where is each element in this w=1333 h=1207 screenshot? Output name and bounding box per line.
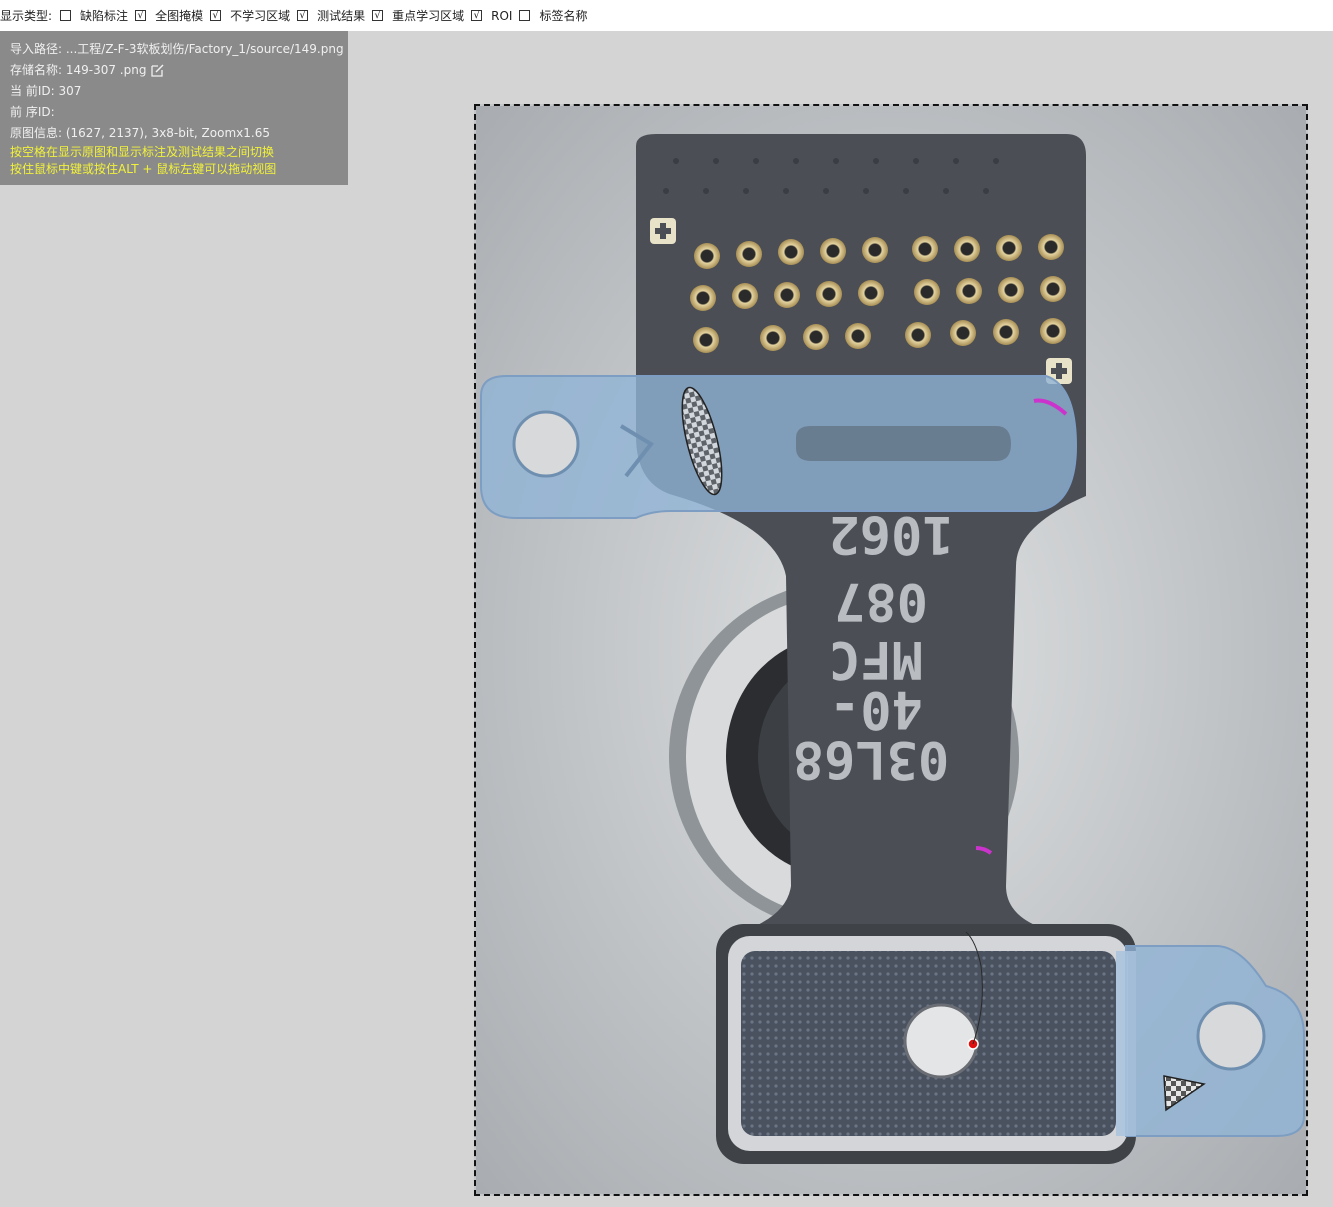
- option-test-result[interactable]: √ 测试结果: [297, 7, 365, 24]
- save-name-row: 存储名称: 149-307 .png: [10, 60, 348, 81]
- defect-annotation-checkbox[interactable]: [60, 10, 72, 21]
- key-learn-region-checkbox[interactable]: √: [372, 10, 384, 21]
- plate-center-hole: [903, 1003, 979, 1079]
- hint-drag-view: 按住鼠标中键或按住ALT + 鼠标左键可以拖动视图: [10, 162, 277, 176]
- current-id: 当 前ID: 307: [10, 84, 82, 98]
- save-name: 存储名称: 149-307 .png: [10, 63, 147, 77]
- full-mask-label: 全图掩模: [155, 9, 204, 23]
- option-roi[interactable]: √ ROI: [471, 9, 512, 23]
- import-path: 导入路径: ...工程/Z-F-3软板划伤/Factory_1/source/1…: [10, 42, 344, 56]
- no-learn-region-checkbox[interactable]: √: [210, 10, 222, 21]
- engraved-text-line-2: 087: [834, 571, 928, 631]
- option-full-mask[interactable]: √ 全图掩模: [135, 7, 203, 24]
- test-result-label: 测试结果: [317, 9, 366, 23]
- full-mask-checkbox[interactable]: √: [135, 10, 147, 21]
- label-name-label: 标签名称: [539, 9, 588, 23]
- upper-bracket-mask: [480, 375, 1078, 519]
- option-defect-annotation[interactable]: 缺陷标注: [60, 7, 128, 24]
- option-no-learn-region[interactable]: √ 不学习区域: [210, 7, 290, 24]
- edit-icon[interactable]: [150, 63, 165, 78]
- image-info-panel: 导入路径: ...工程/Z-F-3软板划伤/Factory_1/source/1…: [0, 31, 348, 185]
- hint-space-toggle: 按空格在显示原图和显示标注及测试结果之间切换: [10, 145, 275, 159]
- display-type-toolbar: 显示类型: 缺陷标注 √ 全图掩模 √ 不学习区域 √ 测试结果 √ 重点学习区…: [0, 0, 1333, 31]
- inspection-image: 1062 087 MFC 40- 03L68: [476, 106, 1306, 1194]
- engraved-text-line-1: 1062: [828, 504, 953, 564]
- roi-label: ROI: [491, 8, 513, 23]
- image-viewport[interactable]: 1062 087 MFC 40- 03L68: [474, 104, 1308, 1196]
- display-type-label: 显示类型:: [0, 9, 53, 23]
- roi-checkbox[interactable]: √: [471, 10, 483, 21]
- previous-id: 前 序ID:: [10, 105, 55, 119]
- defect-annotation-label: 缺陷标注: [80, 9, 129, 23]
- no-learn-region-label: 不学习区域: [230, 9, 291, 23]
- engraved-text-line-5: 03L68: [793, 729, 950, 789]
- option-label-name[interactable]: 标签名称: [519, 7, 587, 24]
- plus-marker-left: [650, 218, 676, 244]
- label-name-checkbox[interactable]: [519, 10, 531, 21]
- option-key-learn-region[interactable]: √ 重点学习区域: [372, 7, 464, 24]
- key-learn-region-label: 重点学习区域: [392, 9, 465, 23]
- test-result-checkbox[interactable]: √: [297, 10, 309, 21]
- original-image-info: 原图信息: (1627, 2137), 3x8-bit, Zoomx1.65: [10, 126, 270, 140]
